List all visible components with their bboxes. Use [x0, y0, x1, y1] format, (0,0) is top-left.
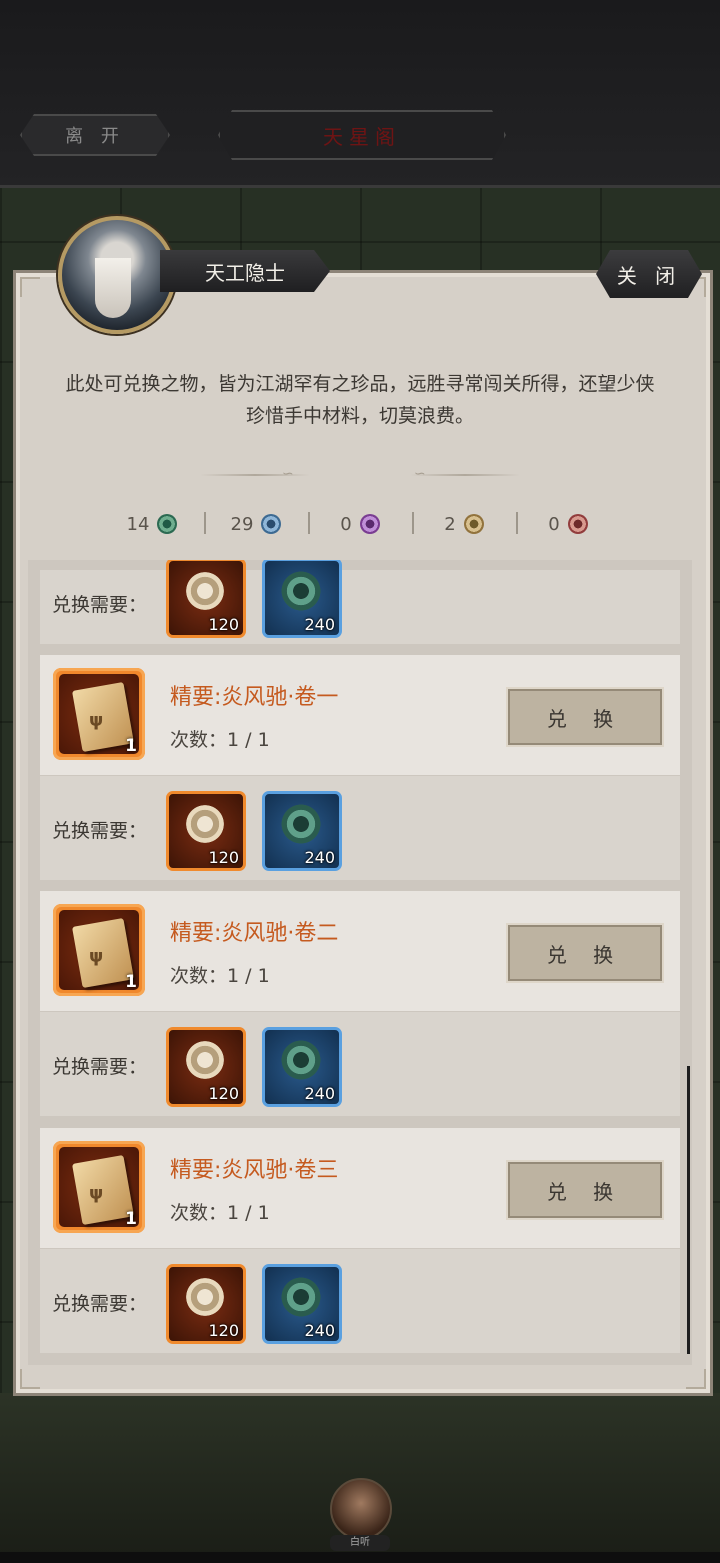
material-count: 120	[208, 1084, 239, 1103]
sun-material[interactable]: 120	[166, 560, 246, 638]
player-avatar[interactable]	[330, 1478, 392, 1540]
requirement-row: 兑换需要： 120 240	[40, 776, 680, 880]
sun-emblem-icon	[183, 1275, 227, 1319]
item-title: 精要:炎风驰·卷三	[170, 1158, 339, 1183]
item-times: 次数：1 / 1	[170, 965, 270, 987]
exchange-button[interactable]: 兑 换	[506, 1160, 664, 1220]
item-count: 1	[125, 736, 137, 756]
green-gear-icon	[157, 514, 178, 534]
red-gear-icon	[567, 514, 588, 534]
leave-button[interactable]: 离 开	[20, 114, 170, 156]
item-times: 次数：1 / 1	[170, 729, 270, 751]
material-count: 120	[208, 615, 239, 634]
list-item: ψ 1 精要:炎风驰·卷二 次数：1 / 1 兑 换	[40, 891, 680, 1011]
gear-material[interactable]: 240	[262, 1027, 342, 1107]
item-title: 精要:炎风驰·卷二	[170, 921, 339, 946]
requirement-label: 兑换需要：	[52, 1056, 148, 1078]
npc-beard	[95, 258, 131, 318]
requirement-row: 兑换需要： 120 240	[40, 1012, 680, 1116]
scroll-item-slot[interactable]: ψ 1	[53, 668, 145, 760]
currency-purple: 0	[308, 508, 412, 540]
sun-emblem-icon	[183, 802, 227, 846]
corner-ornament	[20, 277, 40, 297]
exchange-list[interactable]: 兑换需要： 120 240 ψ 1 精要:炎风驰·卷一 次数：1 / 1 兑 换…	[28, 560, 692, 1365]
item-title: 精要:炎风驰·卷一	[170, 685, 339, 710]
corner-ornament	[686, 1369, 706, 1389]
exchange-button[interactable]: 兑 换	[506, 923, 664, 983]
currency-gold: 2	[412, 508, 516, 540]
scroll-item-slot[interactable]: ψ 1	[53, 1141, 145, 1233]
currency-count: 14	[126, 513, 150, 535]
currency-green: 14	[100, 508, 204, 540]
gear-material[interactable]: 240	[262, 560, 342, 638]
sun-material[interactable]: 120	[166, 1264, 246, 1344]
material-count: 120	[208, 1321, 239, 1340]
purple-gear-icon	[359, 514, 380, 534]
material-count: 240	[304, 1084, 335, 1103]
bottom-strip	[0, 1552, 720, 1563]
gold-gear-icon	[463, 514, 484, 534]
top-bar: 离 开 天星阁	[0, 0, 720, 188]
sun-material[interactable]: 120	[166, 1027, 246, 1107]
book-glyph-icon: ψ	[89, 946, 104, 967]
exchange-button[interactable]: 兑 换	[506, 687, 664, 747]
sun-material[interactable]: 120	[166, 791, 246, 871]
currency-red: 0	[516, 508, 620, 540]
currency-row: 14 29 0 2 0	[100, 508, 620, 540]
list-item: ψ 1 精要:炎风驰·卷三 次数：1 / 1 兑 换	[40, 1128, 680, 1248]
currency-count: 2	[444, 513, 456, 535]
blue-gear-icon	[261, 514, 282, 534]
gear-material[interactable]: 240	[262, 791, 342, 871]
sun-emblem-icon	[183, 1038, 227, 1082]
item-count: 1	[125, 1209, 137, 1229]
material-count: 240	[304, 615, 335, 634]
close-button[interactable]: 关 闭	[596, 250, 702, 298]
material-count: 240	[304, 848, 335, 867]
currency-blue: 29	[204, 508, 308, 540]
book-glyph-icon: ψ	[89, 710, 104, 731]
npc-name-plate: 天工隐士	[160, 250, 330, 292]
requirement-row: 兑换需要： 120 240	[40, 560, 680, 644]
player-name: 白听	[330, 1535, 390, 1551]
requirement-row: 兑换需要： 120 240	[40, 1249, 680, 1353]
material-count: 120	[208, 848, 239, 867]
jade-gear-icon	[279, 1275, 323, 1319]
item-count: 1	[125, 972, 137, 992]
jade-gear-icon	[279, 802, 323, 846]
item-times: 次数：1 / 1	[170, 1202, 270, 1224]
sun-emblem-icon	[183, 569, 227, 613]
divider-right	[410, 474, 520, 476]
requirement-label: 兑换需要：	[52, 594, 148, 616]
jade-gear-icon	[279, 569, 323, 613]
location-title: 天星阁	[218, 110, 506, 160]
npc-name: 天工隐士	[205, 260, 285, 285]
requirement-label: 兑换需要：	[52, 820, 148, 842]
gear-material[interactable]: 240	[262, 1264, 342, 1344]
list-scrollbar[interactable]	[687, 1066, 690, 1354]
material-count: 240	[304, 1321, 335, 1340]
currency-count: 29	[230, 513, 254, 535]
corner-ornament	[20, 1369, 40, 1389]
requirement-label: 兑换需要：	[52, 1293, 148, 1315]
scroll-item-slot[interactable]: ψ 1	[53, 904, 145, 996]
book-glyph-icon: ψ	[89, 1183, 104, 1204]
list-item: ψ 1 精要:炎风驰·卷一 次数：1 / 1 兑 换	[40, 655, 680, 775]
jade-gear-icon	[279, 1038, 323, 1082]
currency-count: 0	[548, 513, 560, 535]
currency-count: 0	[340, 513, 352, 535]
swirl-ornament-icon: ∽	[282, 466, 294, 482]
npc-description: 此处可兑换之物，皆为江湖罕有之珍品，远胜寻常闯关所得，还望少侠珍惜手中材料，切莫…	[65, 373, 655, 427]
